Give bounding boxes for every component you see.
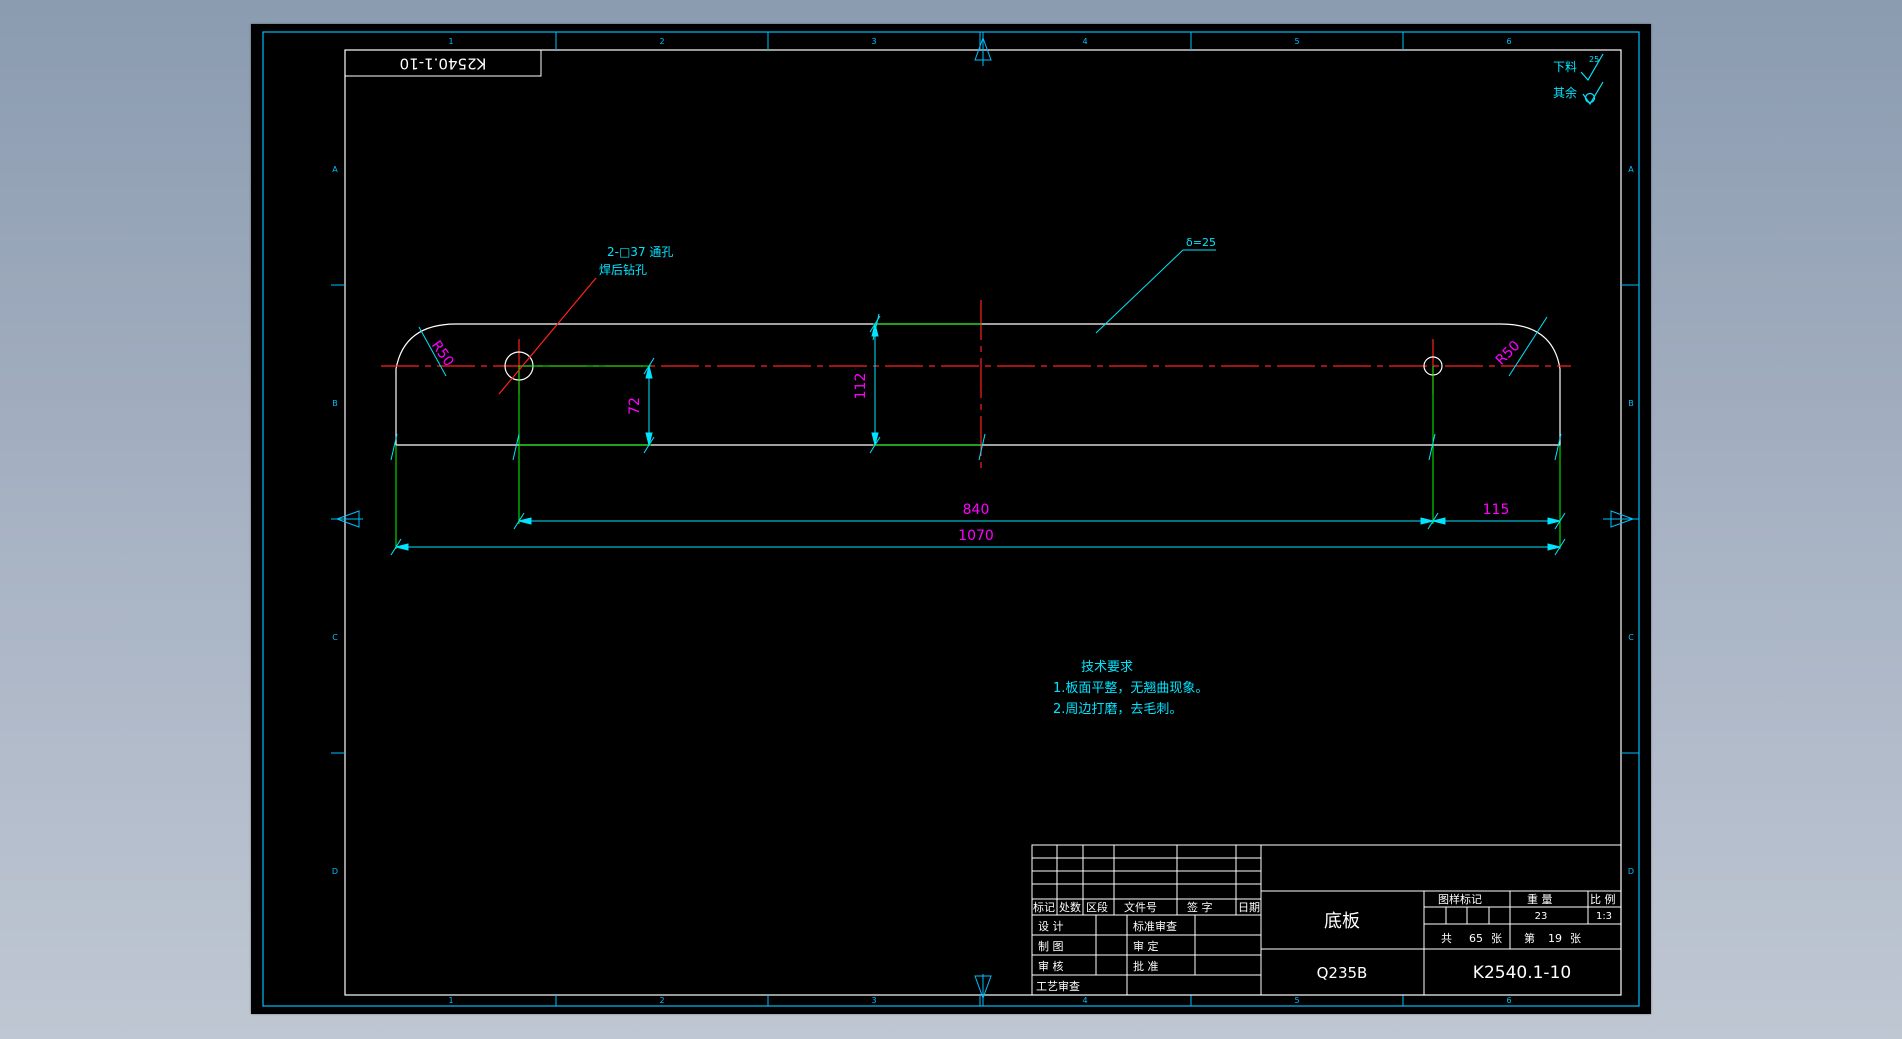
zone-label-top-6: 6 [1506, 37, 1511, 46]
tb-header-date: 日期 [1238, 901, 1260, 914]
surface-finish-other-label: 其余 [1553, 85, 1577, 100]
dimension-plate-width: 112 [853, 373, 869, 400]
zone-label-top-1: 1 [448, 37, 453, 46]
tb-graphic-mark-label: 图样标记 [1438, 892, 1482, 906]
tb-role-draw: 制 图 [1038, 940, 1064, 953]
tb-total-suffix: 张 [1491, 932, 1502, 945]
engineering-drawing: 1 2 3 4 5 6 1 2 3 4 5 6 A B C D A B C D … [262, 31, 1640, 1007]
zone-label-right-d: D [1628, 867, 1634, 876]
dimension-hole-spacing: 840 [963, 502, 990, 518]
tb-role-check: 审 核 [1038, 959, 1064, 973]
tb-sheet-number: 19 [1548, 932, 1562, 945]
tb-review-authorize: 批 准 [1133, 959, 1159, 973]
zone-label-bottom-2: 2 [659, 996, 664, 1005]
dimension-ticks [390, 313, 1566, 556]
hole-callout-line2: 焊后钻孔 [599, 262, 647, 277]
tb-total-sheets: 65 [1469, 932, 1483, 945]
thickness-callout: δ=25 [1095, 236, 1216, 334]
base-plate-outline [395, 323, 1561, 446]
zone-label-bottom-6: 6 [1506, 996, 1511, 1005]
dimension-overall-length: 1070 [958, 528, 994, 544]
tb-role-process: 工艺审查 [1036, 979, 1080, 993]
cad-viewport[interactable]: 1 2 3 4 5 6 1 2 3 4 5 6 A B C D A B C D … [251, 24, 1651, 1014]
surface-finish-legend: 下料 25 其余 [1553, 53, 1604, 106]
surface-finish-blank-label: 下料 [1553, 60, 1577, 74]
tb-weight-label: 重 量 [1527, 892, 1553, 906]
zone-label-top-3: 3 [871, 37, 876, 46]
tb-header-zone: 区段 [1086, 900, 1108, 914]
tb-scale-value: 1:3 [1596, 911, 1612, 922]
zone-label-top-5: 5 [1294, 37, 1299, 46]
zone-label-right-a: A [1628, 165, 1634, 174]
tb-part-name: 底板 [1324, 911, 1360, 932]
zone-label-right-c: C [1628, 633, 1634, 642]
tb-total-prefix: 共 [1441, 932, 1452, 945]
tech-requirement-2: 2.周边打磨，去毛刺。 [1053, 702, 1182, 717]
drawing-number-rotated: K2540.1-10 [400, 55, 487, 73]
tech-requirements-title: 技术要求 [1081, 660, 1133, 675]
zone-label-left-d: D [332, 867, 338, 876]
tb-header-mark: 标记 [1033, 900, 1055, 914]
tech-requirement-1: 1.板面平整，无翘曲现象。 [1053, 681, 1208, 696]
zone-label-bottom-1: 1 [448, 996, 453, 1005]
technical-requirements: 技术要求 1.板面平整，无翘曲现象。 2.周边打磨，去毛刺。 [1053, 660, 1208, 717]
tb-weight-value: 23 [1535, 911, 1548, 922]
tb-sheet-prefix: 第 [1524, 931, 1535, 945]
zone-label-bottom-5: 5 [1294, 996, 1299, 1005]
tb-header-count: 处数 [1059, 901, 1081, 914]
zone-label-left-c: C [332, 633, 338, 642]
zone-label-top-2: 2 [659, 37, 664, 46]
tb-review-approve: 审 定 [1133, 939, 1159, 953]
tb-material: Q235B [1317, 964, 1368, 982]
zone-label-left-b: B [332, 399, 338, 408]
tb-sheet-suffix: 张 [1570, 932, 1581, 945]
zone-label-top-4: 4 [1082, 37, 1087, 46]
zone-label-left-a: A [332, 165, 338, 174]
corner-radius-right: R50 [1493, 338, 1524, 369]
zone-label-bottom-3: 3 [871, 996, 876, 1005]
dimension-hole-offset: 72 [627, 397, 643, 415]
radius-leaders [418, 316, 1548, 377]
tb-header-signature: 签 字 [1187, 900, 1213, 914]
tb-scale-label: 比 例 [1590, 892, 1616, 906]
zone-label-bottom-4: 4 [1082, 996, 1087, 1005]
corner-radius-left: R50 [428, 338, 457, 370]
tb-drawing-number: K2540.1-10 [1473, 963, 1571, 983]
tb-header-file-no: 文件号 [1124, 900, 1157, 914]
dimension-hole-to-edge: 115 [1483, 502, 1510, 518]
zone-label-right-b: B [1628, 399, 1634, 408]
tb-role-design: 设 计 [1038, 920, 1064, 933]
drawing-frame [344, 49, 1622, 996]
thickness-label: δ=25 [1186, 236, 1216, 249]
hole-callout-line1: 2-□37 通孔 [607, 245, 673, 259]
tb-review-standard: 标准审查 [1133, 919, 1177, 933]
